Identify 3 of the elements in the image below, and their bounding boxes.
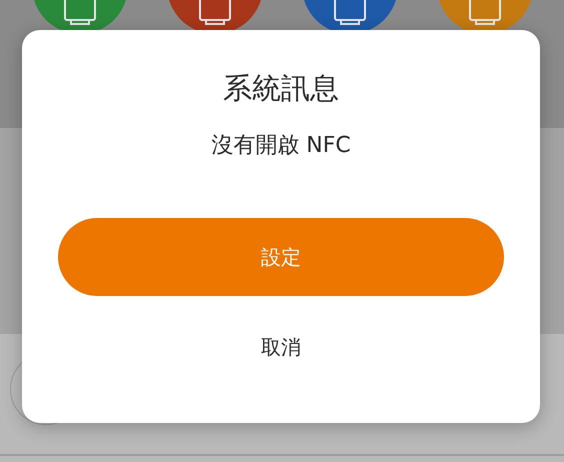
cancel-button[interactable]: 取消 bbox=[245, 326, 317, 369]
dialog-message: 沒有開啟 NFC bbox=[211, 132, 351, 160]
dialog-title: 系統訊息 bbox=[223, 70, 339, 107]
